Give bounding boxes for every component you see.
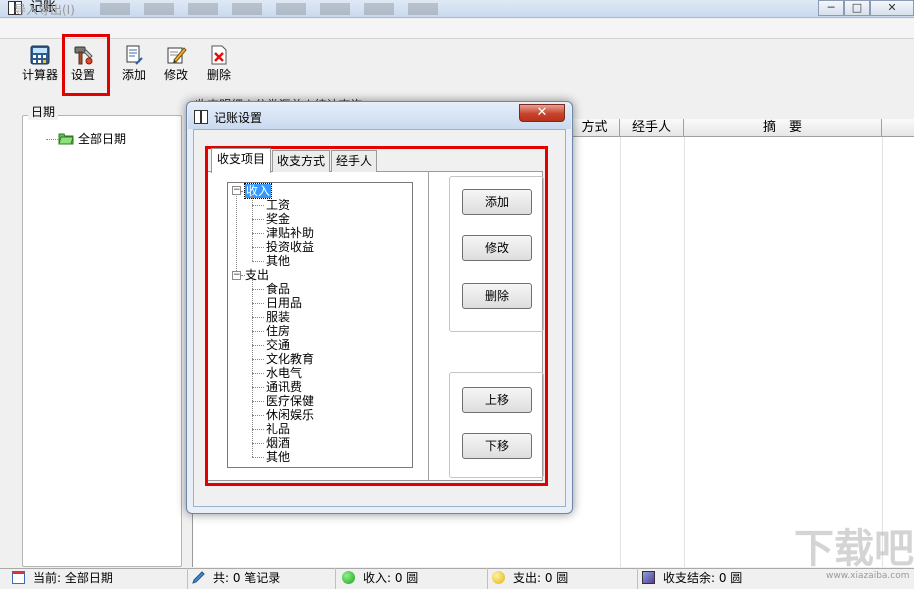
add-label: 添加: [121, 68, 146, 82]
date-panel-legend: 日期: [28, 104, 59, 120]
minimize-button[interactable]: ─: [818, 0, 844, 16]
tree-connector-line: [252, 205, 264, 206]
watermark-url: www.xiazaiba.com: [826, 571, 910, 581]
watermark-logo: 下载吧: [794, 526, 914, 572]
tree-connector-line: [252, 261, 264, 262]
grid-col-line: [684, 137, 685, 567]
date-tree-all-dates[interactable]: 全部日期: [78, 131, 126, 147]
status-total: 共: 0 笔记录: [188, 568, 336, 589]
dialog-close-button[interactable]: ✕: [519, 104, 565, 122]
status-income: 收入: 0 圆: [338, 568, 488, 589]
dialog-title: 记账设置: [214, 111, 263, 125]
calculator-button[interactable]: 计算器: [20, 44, 60, 88]
tree-connector-line: [252, 289, 264, 290]
tree-connector-line: [252, 387, 264, 388]
tree-connector-line: [252, 401, 264, 402]
tree-connector-line: [252, 279, 253, 457]
date-panel: [22, 115, 182, 567]
green-dot-icon: [342, 571, 355, 584]
delete-x-icon: [208, 44, 230, 66]
tree-connector-line: [252, 415, 264, 416]
tree-connector-line: [252, 457, 264, 458]
yellow-dot-icon: [492, 571, 505, 584]
add-note-icon: [123, 44, 145, 66]
delete-button[interactable]: 删除: [203, 44, 235, 88]
tree-connector-line: [252, 331, 264, 332]
edit-button[interactable]: 修改: [160, 44, 192, 88]
tree-connector-line: [252, 359, 264, 360]
tree-connector-line: [252, 219, 264, 220]
calendar-icon: [12, 571, 25, 584]
tree-connector-line: [241, 275, 245, 276]
calculator-label: 计算器: [21, 68, 58, 82]
delete-label: 删除: [206, 68, 231, 82]
dialog-book-icon: [194, 110, 208, 124]
menubar: [0, 19, 914, 39]
balance-icon: [642, 571, 655, 584]
tree-connector-line: [241, 191, 245, 192]
tree-connector-line: [252, 247, 264, 248]
menu-import-export[interactable]: 导入导出(I): [14, 2, 75, 18]
status-expense: 支出: 0 圆: [488, 568, 638, 589]
tree-connector-line: [252, 317, 264, 318]
col-header-method[interactable]: 方式: [570, 119, 620, 137]
tree-connector-line: [252, 303, 264, 304]
col-header-handler[interactable]: 经手人: [620, 119, 684, 137]
tree-connector-line: [252, 373, 264, 374]
blurred-menu-strip: [100, 3, 440, 15]
status-current: 当前: 全部日期: [8, 568, 188, 589]
date-tree-connector: [46, 139, 58, 140]
settings-highlight-box: [62, 34, 110, 96]
dialog-highlight-box: [205, 146, 548, 486]
maximize-button[interactable]: □: [844, 0, 870, 16]
tab-income-expense-items[interactable]: 收支项目: [211, 148, 271, 173]
col-header-summary[interactable]: 摘 要: [684, 119, 882, 137]
tree-connector-line: [252, 443, 264, 444]
add-button[interactable]: 添加: [118, 44, 150, 88]
tree-connector-line: [236, 196, 237, 271]
grid-col-line: [620, 137, 621, 567]
tree-connector-line: [252, 345, 264, 346]
close-button[interactable]: ✕: [870, 0, 914, 16]
grid-col-line: [882, 137, 883, 567]
green-folder-icon: [58, 131, 74, 145]
pencil-icon: [192, 570, 205, 584]
calculator-icon: [29, 44, 51, 66]
edit-pencil-icon: [165, 44, 187, 66]
edit-label: 修改: [163, 68, 188, 82]
tree-connector-line: [252, 233, 264, 234]
tree-connector-line: [252, 429, 264, 430]
